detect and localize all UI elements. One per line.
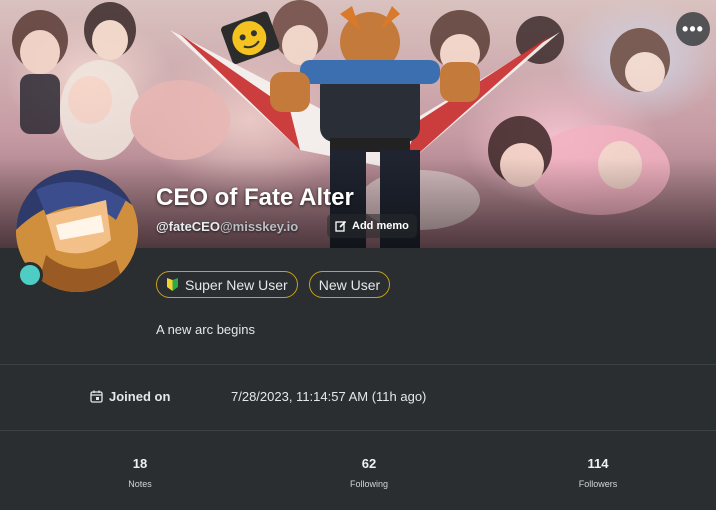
stat-value: 18 <box>132 456 148 471</box>
stat-following[interactable]: 62 Following <box>309 456 429 489</box>
stat-value: 114 <box>587 456 609 471</box>
stat-value: 62 <box>361 456 377 471</box>
role-badge-new-user[interactable]: New User <box>308 271 391 298</box>
stat-notes[interactable]: 18 Notes <box>80 456 200 489</box>
joined-label-text: Joined on <box>109 389 171 404</box>
divider <box>0 364 716 365</box>
joined-date: 7/28/2023, 11:14:57 AM (11h ago) <box>231 389 427 404</box>
edit-icon <box>335 220 347 232</box>
add-memo-label: Add memo <box>352 220 409 232</box>
avatar-container[interactable] <box>16 170 138 292</box>
role-label: Super New User <box>185 276 288 293</box>
stat-label: Following <box>349 479 389 489</box>
more-options-button[interactable]: ••• <box>676 12 710 46</box>
role-badges: Super New User New User <box>156 271 391 298</box>
display-name: CEO of Fate Alter <box>156 184 354 211</box>
calendar-icon <box>90 390 103 403</box>
account-handle: @fateCEO@misskey.io <box>156 219 298 234</box>
stat-label: Notes <box>128 479 152 489</box>
instance-host: @misskey.io <box>219 219 299 234</box>
stat-followers[interactable]: 114 Followers <box>538 456 658 489</box>
role-badge-super-new-user[interactable]: Super New User <box>156 271 298 298</box>
online-status-indicator <box>17 262 43 288</box>
divider <box>0 430 716 431</box>
role-label: New User <box>318 276 381 293</box>
more-dots-icon: ••• <box>682 18 704 39</box>
stat-label: Followers <box>578 479 618 489</box>
beginner-leaf-icon <box>167 277 178 291</box>
joined-field-label: Joined on <box>90 389 170 404</box>
add-memo-button[interactable]: Add memo <box>327 214 417 238</box>
profile-bio: A new arc begins <box>156 322 256 337</box>
username: @fateCEO <box>156 219 220 234</box>
